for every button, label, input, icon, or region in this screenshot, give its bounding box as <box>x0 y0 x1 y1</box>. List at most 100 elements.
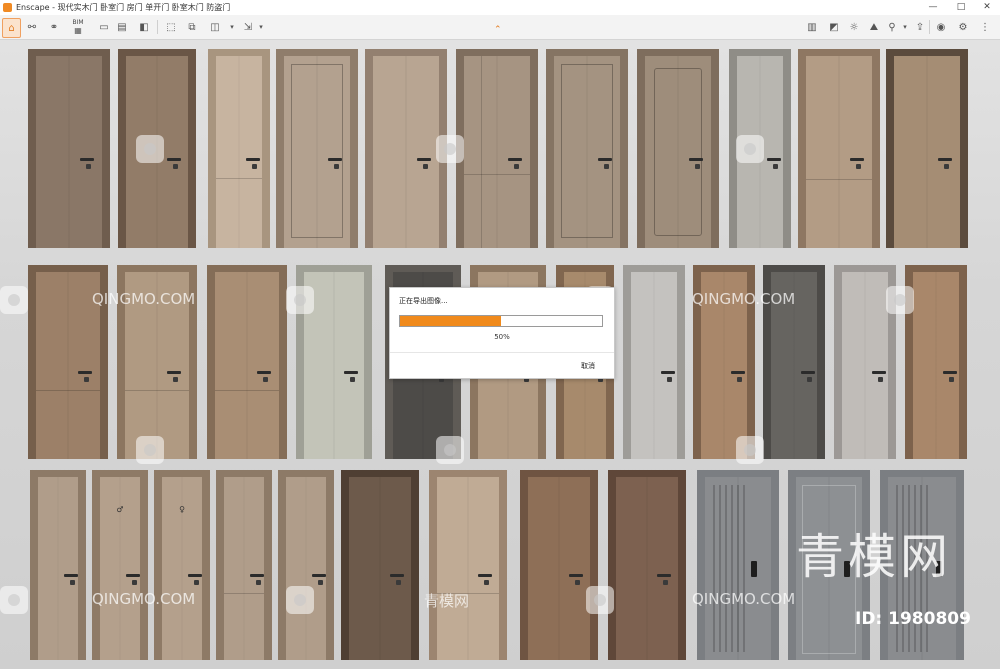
door-lock-rose <box>173 377 179 383</box>
door-handle <box>849 157 864 161</box>
door-lock-rose <box>878 377 884 383</box>
dialog-divider <box>390 352 614 353</box>
clapper-icon[interactable]: ▤ <box>114 18 130 36</box>
door-model-3 <box>208 49 270 248</box>
door-leaf <box>806 56 872 248</box>
video-icon[interactable]: ▭ <box>96 18 112 36</box>
cancel-button[interactable]: 取消 <box>581 361 595 371</box>
door-handle <box>327 157 342 161</box>
chevron-down-icon[interactable]: ▾ <box>256 18 266 36</box>
more-icon[interactable]: ⋮ <box>977 18 993 36</box>
door-grille <box>737 485 739 652</box>
door-lock-rose <box>943 163 949 169</box>
watermark-logo-icon <box>736 135 764 163</box>
door-lock-rose <box>349 377 355 383</box>
door-groove <box>480 56 482 248</box>
door-lock-rose <box>855 163 861 169</box>
door-handle <box>568 574 583 578</box>
watermark-text-cn: 青模网 <box>424 592 470 610</box>
door-model-6 <box>456 49 538 248</box>
door-leaf <box>705 477 771 660</box>
door-handle <box>167 371 182 375</box>
door-handle <box>416 157 431 161</box>
chevron-down-icon[interactable]: ▾ <box>226 18 238 36</box>
visual-settings-icon[interactable]: ◉ <box>933 18 949 36</box>
door-handle <box>79 157 94 161</box>
door-handle <box>477 574 492 578</box>
door-leaf <box>645 56 711 248</box>
batch-render-icon[interactable]: ⧉ <box>184 18 200 36</box>
door-leaf <box>38 477 79 660</box>
bim-button[interactable]: BIM ▦ <box>68 18 88 36</box>
watermark-text: QINGMO.COM <box>92 590 196 608</box>
asset-library-icon[interactable]: ▥ <box>804 18 820 36</box>
bookmark-icon[interactable]: ⚲ <box>884 18 900 36</box>
material-editor-icon[interactable]: ◩ <box>826 18 842 36</box>
collapse-toolbar-icon[interactable]: ⌃ <box>494 25 502 35</box>
door-handle <box>801 371 816 375</box>
settings-icon[interactable]: ⚙ <box>955 18 971 36</box>
door-handle <box>78 371 93 375</box>
upload-icon[interactable]: ⇪ <box>912 18 928 36</box>
door-groove <box>36 390 100 392</box>
export-icon[interactable]: ⇲ <box>240 18 256 36</box>
watermark-logo-icon <box>286 586 314 614</box>
door-model-1 <box>28 49 110 248</box>
enscape-logo-icon <box>3 3 12 12</box>
screenshot-icon[interactable]: ⬚ <box>163 18 179 36</box>
door-lock-rose <box>263 377 269 383</box>
maximize-button[interactable]: □ <box>950 0 972 15</box>
watermark-logo-icon <box>286 286 314 314</box>
door-model-5 <box>365 49 447 248</box>
export-progress-dialog: 正在导出图像... 50% 取消 <box>389 287 615 379</box>
panorama-icon[interactable]: ◫ <box>207 18 223 36</box>
door-leaf <box>913 272 959 459</box>
door-groove <box>464 173 530 175</box>
door-leaf: ♀ <box>162 477 203 660</box>
toolbar-separator <box>929 20 930 34</box>
door-lock-rose <box>70 580 76 586</box>
close-button[interactable]: ✕ <box>976 0 998 15</box>
progress-percent: 50% <box>494 333 510 341</box>
watermark-logo-icon <box>136 135 164 163</box>
door-grille <box>725 485 727 652</box>
link-icon[interactable]: ⚯ <box>24 18 40 36</box>
sun-icon[interactable]: ☼ <box>846 18 862 36</box>
home-icon[interactable]: ⌂ <box>2 18 21 38</box>
watermark-logo-icon <box>0 586 28 614</box>
door-model-27 <box>216 470 272 660</box>
door-lock-rose <box>662 580 668 586</box>
watermark-logo-icon <box>886 286 914 314</box>
progress-fill <box>400 316 501 326</box>
watermark-logo-icon <box>436 135 464 163</box>
door-leaf <box>373 56 439 248</box>
door-sign-icon: ♀ <box>179 505 185 514</box>
bim-label: BIM <box>72 19 84 26</box>
door-model-14 <box>207 265 287 459</box>
minimize-button[interactable]: — <box>922 0 944 15</box>
door-leaf <box>631 272 677 459</box>
door-model-4 <box>276 49 358 248</box>
door-leaf <box>528 477 590 660</box>
door-leaf <box>215 272 279 459</box>
door-lock-rose <box>252 163 258 169</box>
door-model-28 <box>278 470 334 660</box>
door-leaf <box>616 477 678 660</box>
binoculars-icon[interactable]: ⚭ <box>46 18 62 36</box>
door-handle <box>937 157 952 161</box>
door-grille <box>713 485 715 652</box>
door-lock-rose <box>773 163 779 169</box>
dialog-title: 正在导出图像... <box>399 297 448 305</box>
door-handle <box>343 371 358 375</box>
door-model-23 <box>905 265 967 459</box>
progress-bar <box>399 315 603 327</box>
door-model-30 <box>429 470 507 660</box>
camera-icon[interactable]: ◧ <box>136 18 152 36</box>
window-title: Enscape - 现代实木门 卧室门 房门 单开门 卧室木门 防盗门 <box>16 3 231 12</box>
door-model-26: ♀ <box>154 470 210 660</box>
chevron-down-icon[interactable]: ▾ <box>900 18 910 36</box>
door-handle <box>126 574 141 578</box>
watermark-logo-icon <box>586 586 614 614</box>
site-context-icon[interactable]: ⛰ <box>866 18 882 36</box>
watermark-id: ID: 1980809 <box>855 609 971 629</box>
